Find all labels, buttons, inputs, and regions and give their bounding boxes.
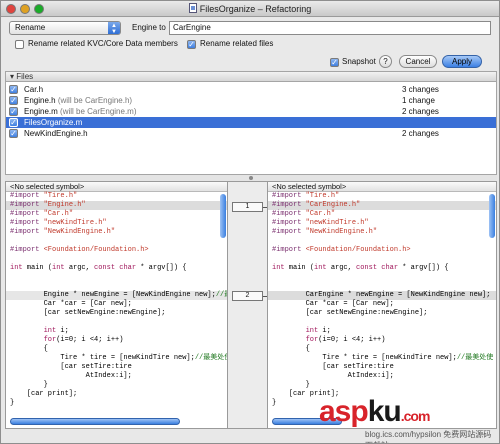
code-line: Car *car = [Car new]; (10, 300, 132, 308)
diff-marker[interactable]: 1 (232, 202, 263, 212)
code-line: Tire * tire = [newKindTire new];//最美处使 (10, 354, 228, 362)
code-line: [car setNewEngine:newEngine]; (10, 309, 166, 317)
files-header-label: Files (16, 72, 34, 81)
file-row[interactable]: ✓ Engine.m (will be CarEngine.m) 2 chang… (6, 106, 496, 117)
code-line: } (272, 399, 277, 407)
symbol-popup-left[interactable]: <No selected symbol> (6, 182, 227, 192)
file-row-selected[interactable]: ✓ FilesOrganize.m (6, 117, 496, 128)
code-line: #import "NewKindEngine.h" (10, 228, 116, 236)
code-line: #import "Tire.h" (272, 192, 340, 200)
file-name: Engine.m (24, 107, 58, 116)
transformation-value: Rename (15, 23, 46, 32)
code-line: } (10, 399, 15, 407)
apply-button[interactable]: Apply (442, 55, 482, 68)
snapshot-label: Snapshot (342, 57, 376, 66)
snapshot-checkbox[interactable]: ✓ (330, 58, 339, 67)
file-include-checkbox[interactable]: ✓ (9, 107, 18, 116)
code-line: [car setNewEngine:newEngine]; (272, 309, 428, 317)
file-name: FilesOrganize.m (24, 118, 83, 127)
code-line: #import "NewKindEngine.h" (272, 228, 378, 236)
transformation-select[interactable]: Rename ▲ ▼ (9, 21, 121, 35)
zoom-window-button[interactable] (34, 4, 44, 14)
rename-files-checkbox[interactable]: ✓ (187, 40, 196, 49)
code-line: #import "newKindTire.h" (272, 219, 369, 227)
file-rename-note: (will be CarEngine.m) (60, 107, 137, 116)
file-name: Engine.h (24, 96, 56, 105)
rename-files-label: Rename related files (200, 39, 274, 48)
engine-to-label: Engine to (132, 23, 166, 32)
file-changes: 2 changes (402, 107, 439, 116)
file-include-checkbox[interactable]: ✓ (9, 118, 18, 127)
code-line: Engine * newEngine = [NewKindEngine new]… (10, 291, 227, 299)
symbol-popup-right[interactable]: <No selected symbol> (268, 182, 496, 192)
file-name: Car.h (24, 85, 44, 94)
vertical-scrollbar-left[interactable] (220, 194, 226, 238)
refactored-code-pane[interactable]: <No selected symbol> #import "Tire.h" #i… (267, 181, 497, 429)
code-line: [car setTire:tire (272, 363, 394, 371)
code-line: Tire * tire = [newKindTire new];//最美处使 (272, 354, 494, 362)
code-line: [car setTire:tire (10, 363, 132, 371)
code-line: { (10, 345, 48, 353)
code-line: #import "Engine.h" (10, 201, 86, 209)
code-line: } (272, 381, 310, 389)
files-header[interactable]: ▾ Files (5, 71, 497, 82)
minimize-window-button[interactable] (20, 4, 30, 14)
code-line: #import <Foundation/Foundation.h> (10, 246, 149, 254)
title-bar: FilesOrganize – Refactoring (1, 1, 499, 17)
code-line: #import "Tire.h" (10, 192, 78, 200)
file-include-checkbox[interactable]: ✓ (9, 96, 18, 105)
code-line: for(i=0; i <4; i++) (305, 336, 386, 344)
file-rename-note: (will be CarEngine.h) (57, 96, 133, 105)
file-changes: 3 changes (402, 85, 439, 94)
code-line: #import "CarEngine.h" (272, 201, 361, 209)
code-line: int i; (43, 327, 69, 335)
file-name: NewKindEngine.h (24, 129, 88, 138)
cancel-button[interactable]: Cancel (399, 55, 437, 68)
divider-grip-icon (249, 176, 253, 180)
vertical-scrollbar-right[interactable] (489, 194, 495, 238)
code-line: AtIndex:i]; (10, 372, 132, 380)
file-changes: 2 changes (402, 129, 439, 138)
help-button[interactable]: ? (379, 55, 392, 68)
document-icon (188, 3, 197, 13)
code-line: int main (int argc, const char * argv[])… (10, 264, 187, 272)
engine-to-field[interactable]: CarEngine (169, 21, 491, 35)
code-line: #import <Foundation/Foundation.h> (272, 246, 411, 254)
close-window-button[interactable] (6, 4, 16, 14)
rename-kvc-label: Rename related KVC/Core Data members (28, 39, 178, 48)
watermark-logo: aspku.com (319, 395, 430, 428)
disclosure-triangle-icon: ▾ (10, 72, 15, 81)
diff-marker[interactable]: 2 (232, 291, 263, 301)
window-title: FilesOrganize – Refactoring (199, 4, 312, 14)
code-line: #import "Car.h" (272, 210, 336, 218)
code-line: for(i=0; i <4; i++) (43, 336, 124, 344)
file-row[interactable]: ✓ Car.h 3 changes (6, 84, 496, 95)
code-line: } (10, 381, 48, 389)
files-list: ✓ Car.h 3 changes ✓ Engine.h (will be Ca… (5, 82, 497, 175)
rename-kvc-checkbox[interactable] (15, 40, 24, 49)
code-line: #import "newKindTire.h" (10, 219, 107, 227)
chevron-up-down-icon: ▲ ▼ (108, 22, 120, 35)
code-line: int i; (305, 327, 331, 335)
code-line: #import "Car.h" (10, 210, 74, 218)
watermark-subtitle: blog.ics.com/hypsilon 免费网站源码下载站 (365, 430, 492, 443)
code-line: { (272, 345, 310, 353)
code-line: [car print]; (10, 390, 78, 398)
refactoring-window: FilesOrganize – Refactoring Rename ▲ ▼ En… (0, 0, 500, 444)
original-code-pane[interactable]: <No selected symbol> #import "Tire.h" #i… (5, 181, 228, 429)
horizontal-scrollbar-left[interactable] (10, 418, 180, 425)
file-row[interactable]: ✓ Engine.h (will be CarEngine.h) 1 chang… (6, 95, 496, 106)
file-include-checkbox[interactable]: ✓ (9, 85, 18, 94)
code-line: AtIndex:i]; (272, 372, 394, 380)
file-include-checkbox[interactable]: ✓ (9, 129, 18, 138)
code-line: int main (int argc, const char * argv[])… (272, 264, 449, 272)
code-line: CarEngine * newEngine = [NewKindEngine n… (272, 291, 491, 299)
file-changes: 1 change (402, 96, 435, 105)
diff-gutter: 1 2 (228, 181, 268, 429)
refactor-toolbar: Rename ▲ ▼ Engine to CarEngine Rename rel… (1, 18, 499, 70)
file-row[interactable]: ✓ NewKindEngine.h 2 changes (6, 128, 496, 139)
code-line: Car *car = [Car new]; (272, 300, 394, 308)
